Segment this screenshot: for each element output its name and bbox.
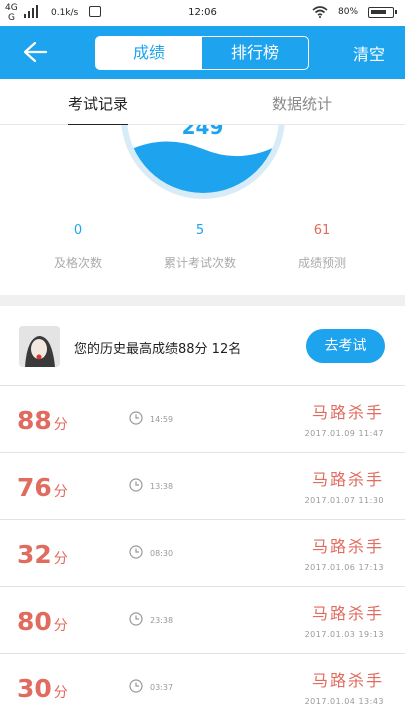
score-value: 80 <box>17 607 52 636</box>
battery-icon <box>368 7 397 18</box>
record-title: 马路杀手 <box>311 671 384 690</box>
record-duration: 08:30 <box>150 549 174 558</box>
score-unit: 分 <box>53 484 68 500</box>
tab-leaderboard[interactable]: 排行榜 <box>202 37 308 69</box>
score-value: 76 <box>17 473 52 502</box>
list-item[interactable]: 32 分 08:30 马路杀手 2017.01.06 17:13 <box>0 520 405 587</box>
record-title: 马路杀手 <box>311 537 384 556</box>
clock-icon <box>129 478 143 492</box>
avatar <box>19 326 60 367</box>
tab-exam-records[interactable]: 考试记录 <box>68 93 129 126</box>
best-score-text: 您的历史最高成绩88分 12名 <box>74 342 242 357</box>
record-duration: 13:38 <box>150 482 174 491</box>
segment-control: 成绩 排行榜 <box>95 36 309 70</box>
app-header: 成绩 排行榜 清空 <box>0 26 405 79</box>
stat-label: 成绩预测 <box>297 256 346 270</box>
clock-icon <box>129 612 143 626</box>
gauge-score: 249 <box>181 125 224 139</box>
score-unit: 分 <box>53 685 68 701</box>
clock-icon <box>129 679 143 693</box>
stat-label: 累计考试次数 <box>163 256 236 270</box>
take-exam-button[interactable]: 去考试 <box>306 329 385 363</box>
stats-panel: 249 0 及格次数 5 累计考试次数 61 成绩预测 <box>0 125 405 295</box>
tab-scores[interactable]: 成绩 <box>96 37 202 69</box>
record-date: 2017.01.09 11:47 <box>304 429 384 438</box>
battery-percent: 80% <box>338 7 359 17</box>
score-value: 32 <box>17 540 52 569</box>
avatar-image <box>19 326 60 367</box>
record-score: 88 分 <box>17 406 68 435</box>
record-date: 2017.01.04 13:43 <box>304 697 384 706</box>
score-unit: 分 <box>53 551 68 567</box>
stat-total-exams: 5 累计考试次数 <box>145 223 255 271</box>
best-score-row: 您的历史最高成绩88分 12名 去考试 <box>0 306 405 386</box>
tab-statistics[interactable]: 数据统计 <box>272 93 332 114</box>
sub-tabs: 考试记录 数据统计 <box>0 79 405 126</box>
record-score: 76 分 <box>17 473 68 502</box>
record-score: 80 分 <box>17 607 68 636</box>
list-item[interactable]: 88 分 14:59 马路杀手 2017.01.09 11:47 <box>0 386 405 453</box>
record-duration: 23:38 <box>150 616 174 625</box>
status-bar: 4G G 0.1k/s 12:06 80% <box>0 0 405 26</box>
stat-value: 0 <box>73 223 83 238</box>
stat-value: 5 <box>195 223 205 238</box>
stat-pass-count: 0 及格次数 <box>23 223 133 271</box>
list-item[interactable]: 76 分 13:38 马路杀手 2017.01.07 11:30 <box>0 453 405 520</box>
clear-button[interactable]: 清空 <box>353 41 385 65</box>
list-item[interactable]: 80 分 23:38 马路杀手 2017.01.03 19:13 <box>0 587 405 654</box>
score-value: 30 <box>17 674 52 703</box>
record-score: 32 分 <box>17 540 68 569</box>
clock-icon <box>129 545 143 559</box>
record-title: 马路杀手 <box>311 403 384 422</box>
section-divider <box>0 295 405 306</box>
record-date: 2017.01.07 11:30 <box>304 496 384 505</box>
score-value: 88 <box>17 406 52 435</box>
record-duration: 03:37 <box>150 683 174 692</box>
wifi-icon <box>312 6 328 18</box>
record-date: 2017.01.06 17:13 <box>304 563 384 572</box>
record-title: 马路杀手 <box>311 470 384 489</box>
record-date: 2017.01.03 19:13 <box>304 630 384 639</box>
clock-icon <box>129 411 143 425</box>
record-list: 88 分 14:59 马路杀手 2017.01.09 11:47 76 分 13:3… <box>0 386 405 720</box>
stat-score-prediction: 61 成绩预测 <box>267 223 377 271</box>
score-unit: 分 <box>53 417 68 433</box>
record-title: 马路杀手 <box>311 604 384 623</box>
stat-value: 61 <box>313 223 331 238</box>
back-arrow-icon[interactable] <box>22 40 48 64</box>
record-score: 30 分 <box>17 674 68 703</box>
score-unit: 分 <box>53 618 68 634</box>
stat-label: 及格次数 <box>53 256 102 270</box>
record-duration: 14:59 <box>150 415 174 424</box>
list-item[interactable]: 30 分 03:37 马路杀手 2017.01.04 13:43 <box>0 654 405 720</box>
